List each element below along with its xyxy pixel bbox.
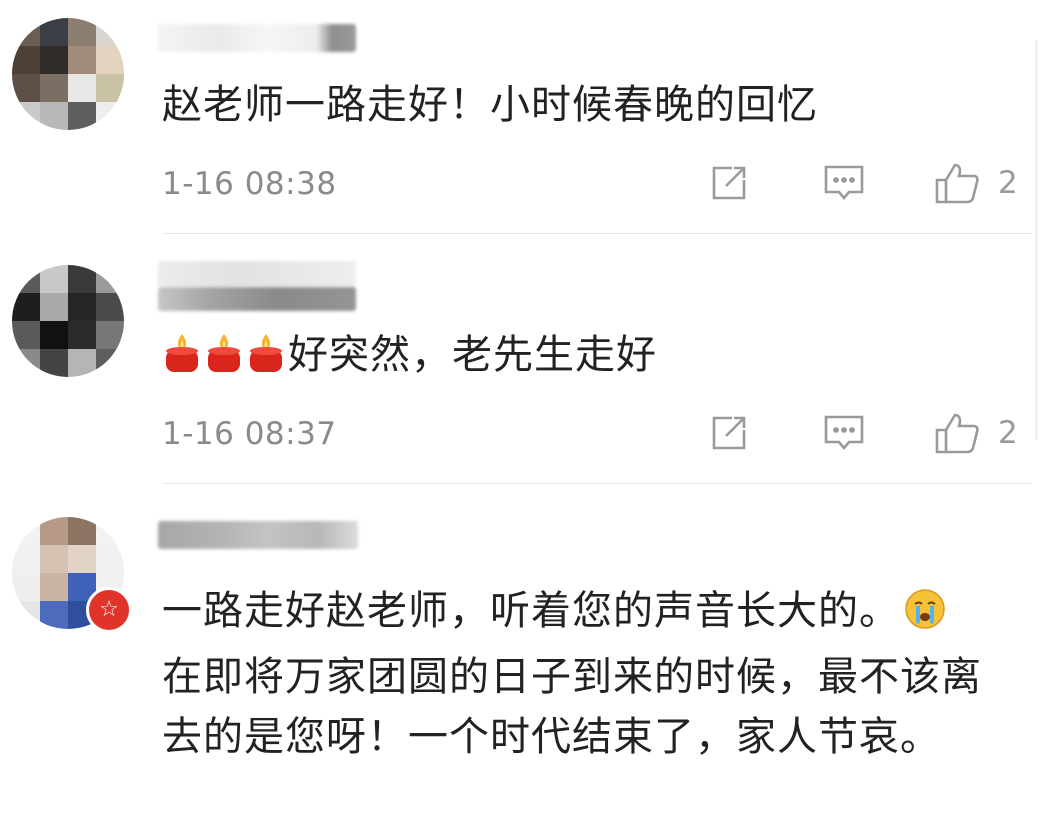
thumbs-up-icon <box>935 413 979 454</box>
candle-emoji <box>162 332 202 388</box>
divider <box>162 233 1032 234</box>
thumbs-up-icon <box>935 163 979 204</box>
comment-text: 赵老师一路走好！小时候春晚的回忆 <box>162 82 818 128</box>
comment-meta: 1-16 08:38 2 <box>162 160 1022 210</box>
timestamp: 1-16 08:37 <box>162 416 337 452</box>
username-blurred[interactable] <box>158 521 358 549</box>
comment-meta: 1-16 08:37 2 <box>162 410 1022 460</box>
comment-item: 好突然，老先生走好 1-16 08:37 2 <box>0 235 1042 485</box>
like-button[interactable]: 2 <box>934 410 1018 456</box>
comment-text-body: 一路走好赵老师，听着您的声音长大的。 <box>162 588 900 634</box>
username-blurred[interactable] <box>158 24 356 52</box>
crying-face-emoji <box>904 587 946 647</box>
share-button[interactable] <box>708 410 750 456</box>
timestamp: 1-16 08:38 <box>162 166 337 202</box>
comment-icon <box>824 415 864 451</box>
comment-item: ☆ 一路走好赵老师，听着您的声音长大的。 在即将万家团圆的日子到来的时候，最不该… <box>0 485 1042 821</box>
comment-item: 赵老师一路走好！小时候春晚的回忆 1-16 08:38 2 <box>0 0 1042 235</box>
share-button[interactable] <box>708 160 750 206</box>
comment-text-body: 好突然，老先生走好 <box>288 332 657 378</box>
share-icon <box>712 166 746 200</box>
comment-text: 一路走好赵老师，听着您的声音长大的。 在即将万家团圆的日子到来的时候，最不该离去… <box>162 581 1022 767</box>
username-blurred[interactable] <box>158 261 356 287</box>
username-blurred-line2 <box>158 287 356 311</box>
reply-button[interactable] <box>822 410 866 456</box>
like-button[interactable]: 2 <box>934 160 1018 206</box>
comment-text-continued: 在即将万家团圆的日子到来的时候，最不该离去的是您呀！一个时代结束了，家人节哀。 <box>162 654 982 760</box>
avatar[interactable] <box>12 18 124 130</box>
avatar[interactable] <box>12 265 124 377</box>
divider <box>162 483 1032 484</box>
candle-emoji <box>246 332 286 388</box>
comment-text: 好突然，老先生走好 <box>162 328 1022 388</box>
comment-icon <box>824 165 864 201</box>
candle-emoji <box>204 332 244 388</box>
like-count: 2 <box>998 165 1018 201</box>
verified-badge-icon: ☆ <box>86 587 132 633</box>
reply-button[interactable] <box>822 160 866 206</box>
share-icon <box>712 416 746 450</box>
like-count: 2 <box>998 415 1018 451</box>
